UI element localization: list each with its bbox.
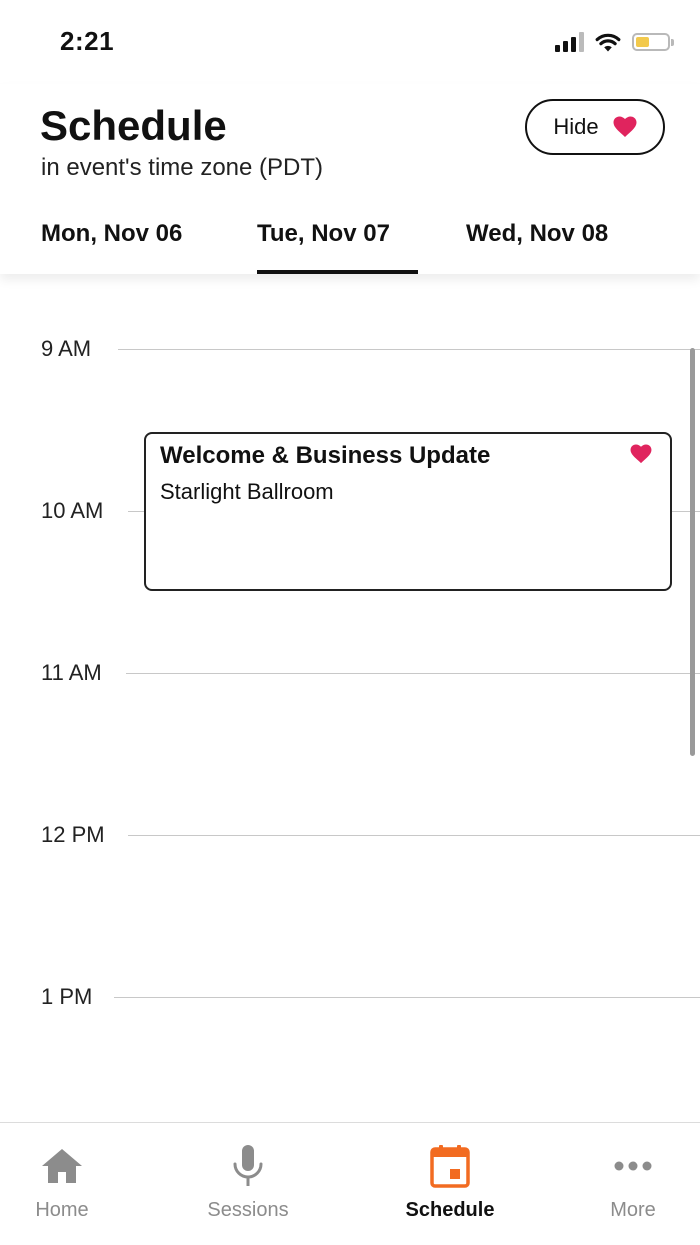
schedule-timeline[interactable]: 9 AM 10 AM 11 AM 12 PM 1 PM Welcome & Bu… (0, 274, 700, 1122)
event-card[interactable]: Welcome & Business Update Starlight Ball… (144, 432, 672, 591)
wifi-icon (595, 33, 621, 52)
hour-divider (114, 997, 700, 998)
tab-mon-nov-06[interactable]: Mon, Nov 06 (41, 214, 182, 274)
hour-divider (128, 835, 700, 836)
battery-icon (632, 33, 674, 51)
event-title: Welcome & Business Update (160, 442, 491, 469)
hour-label: 12 PM (41, 822, 105, 847)
heart-icon (613, 116, 637, 137)
tab-schedule[interactable]: Schedule (370, 1123, 530, 1245)
tab-sessions-label: Sessions (207, 1199, 289, 1221)
page-title: Schedule (40, 102, 227, 149)
time-zone-subtitle: in event's time zone (PDT) (41, 154, 324, 181)
hour-divider (118, 349, 700, 350)
microphone-icon (225, 1143, 271, 1189)
status-bar: 2:21 (0, 0, 700, 84)
tab-home-label: Home (35, 1199, 89, 1221)
bottom-tab-bar: Home Sessions Schedule More (0, 1122, 700, 1244)
status-time: 2:21 (60, 26, 115, 56)
hour-label: 11 AM (41, 660, 102, 685)
hide-button-label: Hide (553, 114, 599, 139)
hour-label: 9 AM (41, 336, 92, 361)
hour-divider (126, 673, 700, 674)
status-icons (555, 30, 674, 54)
scrollbar-thumb[interactable] (690, 348, 695, 756)
tab-schedule-label: Schedule (405, 1199, 495, 1221)
tab-more[interactable]: More (553, 1123, 700, 1245)
hour-label: 10 AM (41, 498, 104, 523)
calendar-icon (427, 1143, 473, 1189)
day-tabs: Mon, Nov 06 Tue, Nov 07 Wed, Nov 08 (0, 214, 700, 274)
tab-wed-nov-08[interactable]: Wed, Nov 08 (466, 214, 608, 274)
tab-home[interactable]: Home (0, 1123, 142, 1245)
event-location: Starlight Ballroom (160, 479, 334, 504)
tab-tue-nov-07[interactable]: Tue, Nov 07 (257, 214, 418, 274)
home-icon (39, 1143, 85, 1189)
hide-favorites-button[interactable]: Hide (525, 99, 665, 155)
hour-label: 1 PM (41, 984, 93, 1009)
heart-icon[interactable] (630, 444, 652, 464)
cellular-signal-icon (555, 32, 584, 52)
more-icon (610, 1143, 656, 1189)
tab-sessions[interactable]: Sessions (168, 1123, 328, 1245)
schedule-header: Schedule in event's time zone (PDT) Hide… (0, 84, 700, 274)
tab-more-label: More (610, 1199, 656, 1221)
